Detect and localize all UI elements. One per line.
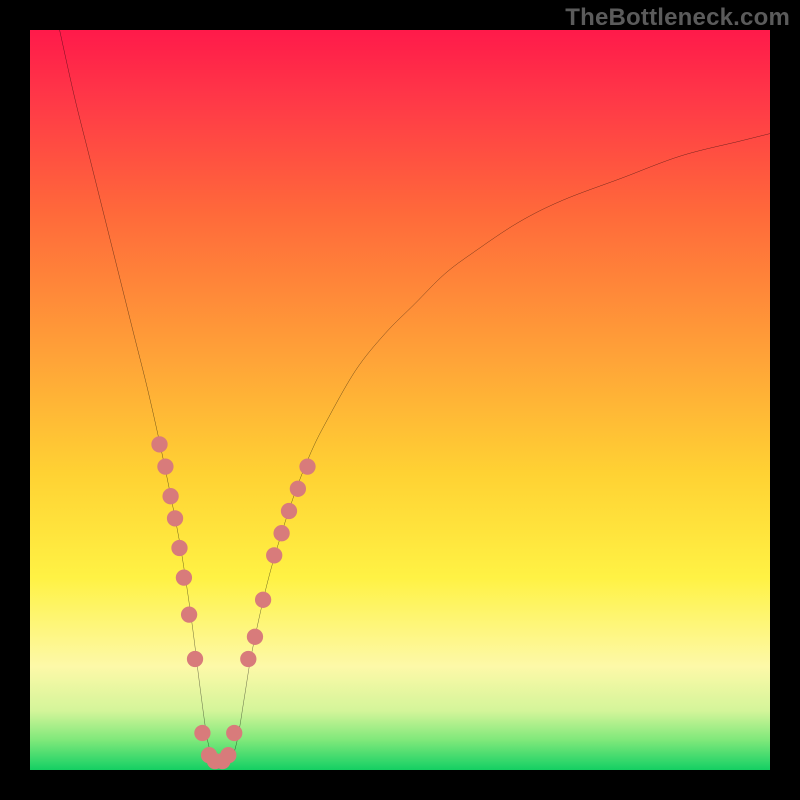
data-dot [194, 725, 210, 741]
data-dot [281, 503, 297, 519]
data-dot [240, 651, 256, 667]
data-dot [247, 629, 263, 645]
data-dot [187, 651, 203, 667]
data-dot [299, 458, 315, 474]
data-dot [266, 547, 282, 563]
data-dot [226, 725, 242, 741]
plot-area [30, 30, 770, 770]
data-dot [220, 747, 236, 763]
data-dot [157, 458, 173, 474]
dot-cluster [30, 30, 770, 770]
watermark-text: TheBottleneck.com [565, 4, 790, 32]
data-dot [167, 510, 183, 526]
data-dot [290, 481, 306, 497]
data-dot [151, 436, 167, 452]
data-dot [273, 525, 289, 541]
data-dot [162, 488, 178, 504]
data-dot [255, 592, 271, 608]
data-dot [171, 540, 187, 556]
data-dot [176, 569, 192, 585]
data-dot [181, 606, 197, 622]
chart-frame: TheBottleneck.com [0, 0, 800, 800]
